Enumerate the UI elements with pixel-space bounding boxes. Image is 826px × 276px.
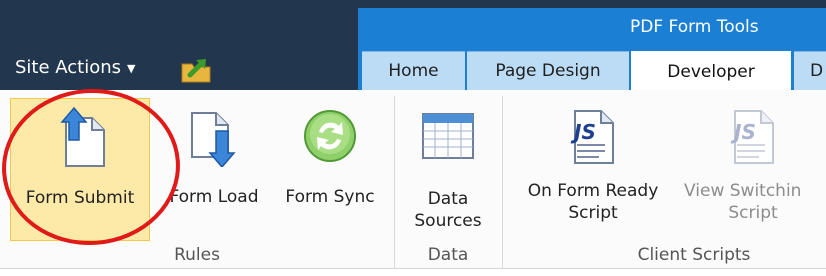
form-load-label: Form Load [169,187,259,207]
tab-more[interactable]: D [794,51,826,90]
svg-text:JS: JS [730,120,756,144]
data-sources-button[interactable]: Data Sources [400,98,496,241]
tab-developer[interactable]: Developer [631,51,791,92]
js-script-disabled-icon: JS [723,106,783,166]
group-divider [502,96,503,268]
tab-home[interactable]: Home [362,51,465,90]
view-switching-label-line1: View Switchin [684,181,802,201]
group-label-rules: Rules [174,245,220,265]
form-load-icon [184,106,244,167]
data-sources-icon [418,106,478,166]
site-actions-menu[interactable]: Site Actions ▼ [15,57,136,78]
on-form-ready-label-line2: Script [568,203,618,223]
svg-text:JS: JS [570,120,596,144]
navigate-up-icon[interactable] [180,54,214,84]
form-sync-button[interactable]: Form Sync [274,98,386,241]
data-sources-label-line1: Data [427,189,469,209]
form-sync-label: Form Sync [285,187,375,207]
ribbon-bottom-edge [0,268,826,276]
on-form-ready-script-button[interactable]: JS On Form Ready Script [508,98,678,241]
group-label-client-scripts: Client Scripts [637,245,751,265]
view-switching-script-button[interactable]: JS View Switchin Script [680,98,826,241]
form-sync-icon [300,106,360,166]
data-sources-label-line2: Sources [414,211,482,231]
group-label-data: Data [427,245,469,265]
tab-page-design[interactable]: Page Design [467,51,629,90]
site-actions-label: Site Actions [15,57,122,78]
on-form-ready-label-line1: On Form Ready [527,181,659,201]
js-script-icon: JS [563,106,623,166]
top-bar-strip [358,0,826,8]
contextual-tab-title: PDF Form Tools [630,17,759,37]
group-divider [394,96,395,268]
view-switching-label-line2: Script [728,203,778,223]
chevron-down-icon: ▼ [127,61,136,75]
